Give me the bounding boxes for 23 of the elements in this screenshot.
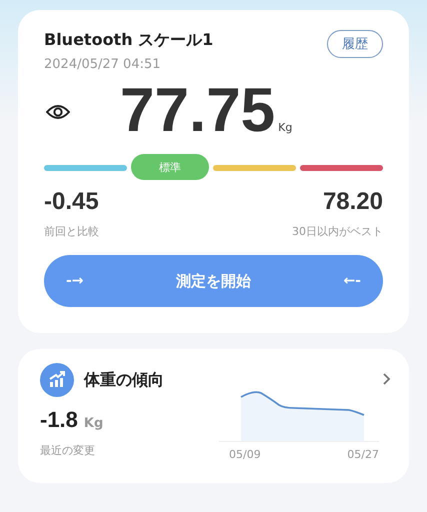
eye-icon[interactable] [46, 104, 70, 120]
history-button[interactable]: 履歴 [327, 30, 383, 58]
change-caption: 最近の変更 [40, 443, 96, 458]
stat-value: -0.45 [44, 188, 99, 216]
timestamp: 2024/05/27 04:51 [44, 57, 162, 72]
trend-title: 体重の傾向 [84, 370, 164, 390]
weight-value: 77.75 [120, 80, 276, 142]
stat-caption: 30日以内がベスト [292, 224, 383, 239]
weight-unit: Kg [278, 121, 292, 134]
arrow-glyph: -→ [66, 273, 84, 289]
change-unit: Kg [84, 416, 104, 431]
range-marker: 標準 [131, 154, 209, 180]
axis-label: 05/09 [229, 448, 261, 461]
axis-label: 05/27 [347, 448, 379, 461]
trend-chart-icon [40, 363, 74, 397]
trend-card[interactable]: 体重の傾向 -1.8 Kg 最近の変更 05/09 05/27 [18, 349, 409, 483]
chevron-right-icon[interactable] [383, 373, 391, 385]
arrow-glyph: ←- [343, 273, 361, 289]
start-measurement-button[interactable]: -→ 測定を開始 ←- [44, 255, 383, 307]
change-value: -1.8 [40, 407, 78, 433]
stat-caption: 前回と比較 [44, 224, 99, 239]
stat-value: 78.20 [322, 188, 383, 216]
device-title: Bluetooth スケール1 [44, 30, 214, 51]
